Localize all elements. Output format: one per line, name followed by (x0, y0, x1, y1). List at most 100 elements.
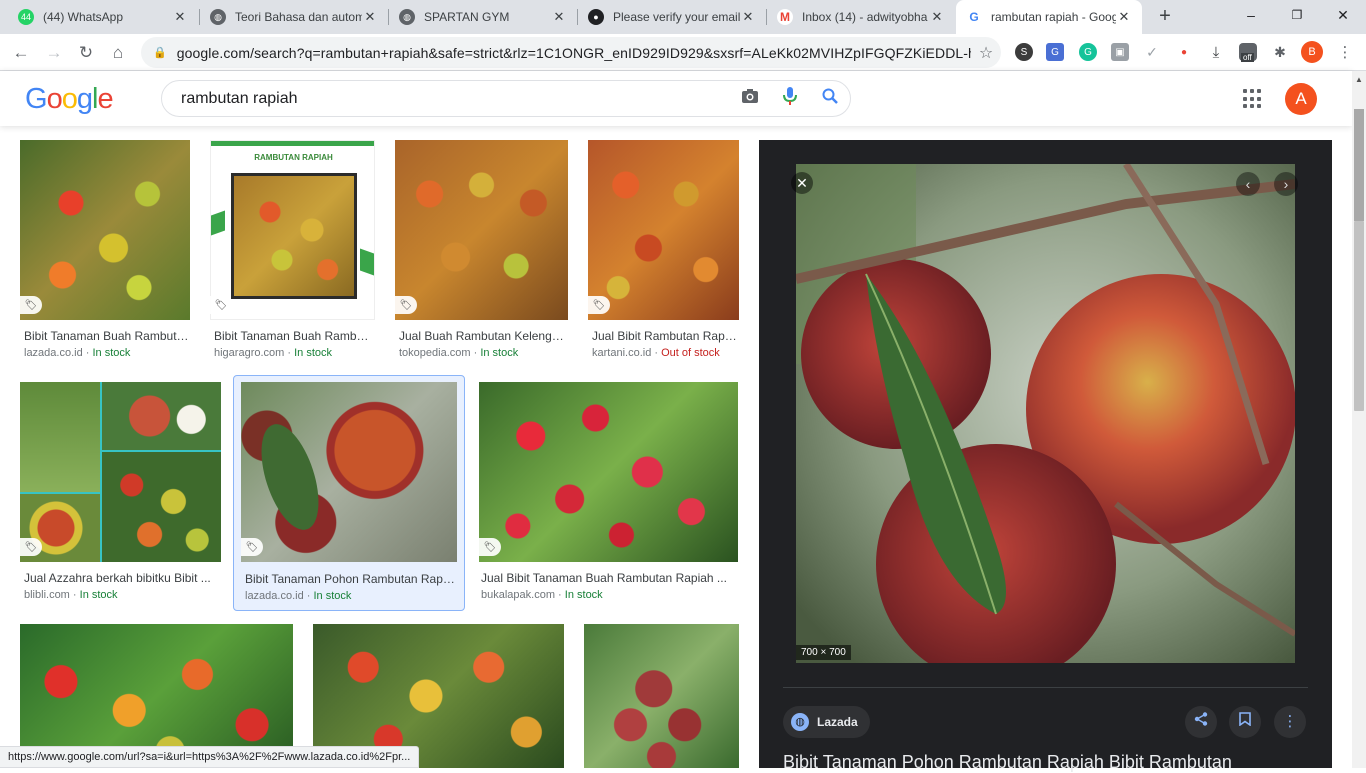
tab-title: Inbox (14) - adwityobha (802, 10, 928, 24)
tab-whatsapp[interactable]: 44 (44) WhatsApp ✕ (8, 0, 198, 34)
result-thumbnail[interactable] (479, 382, 738, 562)
scrollbar-track-section (1354, 221, 1364, 411)
result-thumbnail[interactable] (584, 624, 739, 768)
scroll-up-arrow-icon[interactable]: ▲ (1355, 75, 1363, 84)
maximize-button[interactable]: ❐ (1274, 0, 1320, 30)
home-icon[interactable]: ⌂ (105, 40, 131, 66)
image-result-selected[interactable]: 🏷 Bibit Tanaman Pohon Rambutan Rapiah ..… (233, 375, 465, 611)
browser-menu-icon[interactable]: ⋮ (1336, 43, 1354, 61)
tab-spartan-gym[interactable]: ◍ SPARTAN GYM ✕ (389, 0, 577, 34)
github-icon: ● (588, 9, 604, 25)
browser-toolbar: ← → ↻ ⌂ 🔒 google.com/search?q=rambutan+r… (0, 34, 1366, 71)
next-icon[interactable]: › (1274, 172, 1298, 196)
globe-icon: ◍ (791, 713, 809, 731)
image-result[interactable] (584, 624, 739, 768)
result-thumbnail[interactable] (588, 140, 739, 320)
google-logo[interactable]: Google (25, 83, 114, 116)
previous-icon[interactable]: ‹ (1236, 172, 1260, 196)
share-icon[interactable] (1185, 706, 1217, 738)
camera-icon[interactable] (730, 88, 770, 109)
new-tab-button[interactable]: + (1154, 5, 1176, 27)
divider (783, 687, 1308, 688)
result-title[interactable]: Jual Bibit Rambutan Rapiah ... (592, 329, 738, 343)
close-tab-icon[interactable]: ✕ (172, 9, 188, 25)
grammarly-icon[interactable]: G (1079, 43, 1097, 61)
extension-icon[interactable]: ▣ (1111, 43, 1129, 61)
result-title[interactable]: Bibit Tanaman Buah Rambutan ... (214, 329, 374, 343)
microphone-icon[interactable] (770, 87, 810, 110)
search-query[interactable]: rambutan rapiah (181, 90, 730, 108)
preview-image[interactable] (796, 164, 1295, 663)
image-caption: RAMBUTAN RAPIAH (254, 153, 333, 162)
more-options-icon[interactable]: ⋮ (1274, 706, 1306, 738)
source-name: Lazada (817, 715, 858, 729)
reload-icon[interactable]: ↻ (73, 40, 99, 66)
download-icon[interactable]: ⤓ (1207, 43, 1225, 61)
result-title[interactable]: Jual Bibit Tanaman Buah Rambutan Rapiah … (481, 571, 737, 585)
translate-extension-icon[interactable]: G (1046, 43, 1064, 61)
result-thumbnail[interactable] (20, 140, 190, 320)
image-result[interactable]: 🏷 Jual Buah Rambutan Kelengkeng ... toko… (395, 140, 575, 366)
close-icon[interactable]: ✕ (791, 172, 813, 194)
close-tab-icon[interactable]: ✕ (1116, 9, 1132, 25)
tab-title: rambutan rapiah - Google (991, 10, 1116, 24)
google-apps-icon[interactable] (1243, 89, 1263, 109)
result-thumbnail[interactable] (395, 140, 568, 320)
address-bar[interactable]: 🔒 google.com/search?q=rambutan+rapiah&sa… (141, 37, 1001, 68)
product-tag-icon: 🏷 (210, 296, 232, 314)
off-extension-icon[interactable]: off (1239, 43, 1257, 62)
search-icon[interactable] (810, 88, 850, 109)
extensions-puzzle-icon[interactable]: ✱ (1271, 43, 1289, 61)
google-icon: G (966, 9, 982, 25)
tab-title: SPARTAN GYM (424, 10, 510, 24)
google-header: Google rambutan rapiah A (0, 71, 1352, 126)
tab-teori-bahasa[interactable]: ◍ Teori Bahasa dan automata ✕ (200, 0, 388, 34)
image-dimensions: 700 × 700 (796, 645, 851, 660)
product-tag-icon: 🏷 (20, 538, 42, 556)
close-tab-icon[interactable]: ✕ (929, 9, 945, 25)
record-extension-icon[interactable]: ● (1175, 43, 1193, 61)
lock-icon[interactable]: 🔒 (153, 46, 167, 59)
product-tag-icon: 🏷 (395, 296, 417, 314)
close-tab-icon[interactable]: ✕ (740, 9, 756, 25)
extension-icon[interactable]: S (1015, 43, 1033, 61)
result-title[interactable]: Bibit Tanaman Pohon Rambutan Rapiah ... (245, 572, 455, 586)
scrollbar-thumb[interactable] (1354, 109, 1364, 221)
bookmark-star-icon[interactable]: ☆ (971, 43, 1001, 63)
image-result[interactable]: 🏷 Jual Bibit Rambutan Rapiah ... kartani… (588, 140, 746, 366)
image-result[interactable]: RAMBUTAN RAPIAH 🏷 Bibit Tanaman Buah Ram… (210, 140, 382, 366)
globe-icon: ◍ (399, 9, 415, 25)
result-source: kartani.co.id · Out of stock (592, 347, 720, 359)
bookmark-icon[interactable] (1229, 706, 1261, 738)
close-tab-icon[interactable]: ✕ (551, 9, 567, 25)
image-result[interactable]: 🏷 Jual Bibit Tanaman Buah Rambutan Rapia… (479, 382, 745, 608)
close-window-button[interactable]: ✕ (1320, 0, 1366, 30)
result-thumbnail[interactable] (20, 382, 221, 562)
result-title[interactable]: Bibit Tanaman Buah Rambutan ... (24, 329, 190, 343)
close-tab-icon[interactable]: ✕ (362, 9, 378, 25)
forward-icon[interactable]: → (41, 40, 67, 66)
minimize-button[interactable]: – (1228, 0, 1274, 30)
url-text[interactable]: google.com/search?q=rambutan+rapiah&safe… (177, 45, 971, 61)
tab-github[interactable]: ● Please verify your email ✕ (578, 0, 766, 34)
result-thumbnail[interactable]: RAMBUTAN RAPIAH (210, 140, 375, 320)
account-avatar[interactable]: A (1285, 83, 1317, 115)
search-input[interactable]: rambutan rapiah (161, 80, 851, 117)
tab-google-active[interactable]: G rambutan rapiah - Google ✕ (956, 0, 1142, 34)
image-result[interactable]: 🏷 Jual Azzahra berkah bibitku Bibit ... … (20, 382, 226, 608)
source-chip[interactable]: ◍ Lazada (783, 706, 870, 738)
back-icon[interactable]: ← (8, 40, 34, 66)
product-tag-icon: 🏷 (20, 296, 42, 314)
tab-gmail[interactable]: M Inbox (14) - adwityobha ✕ (767, 0, 955, 34)
result-title[interactable]: Jual Azzahra berkah bibitku Bibit ... (24, 571, 220, 585)
preview-title[interactable]: Bibit Tanaman Pohon Rambutan Rapiah Bibi… (783, 752, 1308, 773)
tab-title: Teori Bahasa dan automata (235, 10, 362, 24)
check-extension-icon[interactable]: ✓ (1143, 43, 1161, 61)
result-source: lazada.co.id · In stock (245, 590, 352, 602)
result-title[interactable]: Jual Buah Rambutan Kelengkeng ... (399, 329, 567, 343)
image-result[interactable]: 🏷 Bibit Tanaman Buah Rambutan ... lazada… (20, 140, 196, 366)
result-thumbnail[interactable] (241, 382, 457, 562)
profile-avatar[interactable]: B (1301, 41, 1323, 63)
whatsapp-icon: 44 (18, 9, 34, 25)
page-scrollbar[interactable]: ▲ (1352, 71, 1366, 768)
